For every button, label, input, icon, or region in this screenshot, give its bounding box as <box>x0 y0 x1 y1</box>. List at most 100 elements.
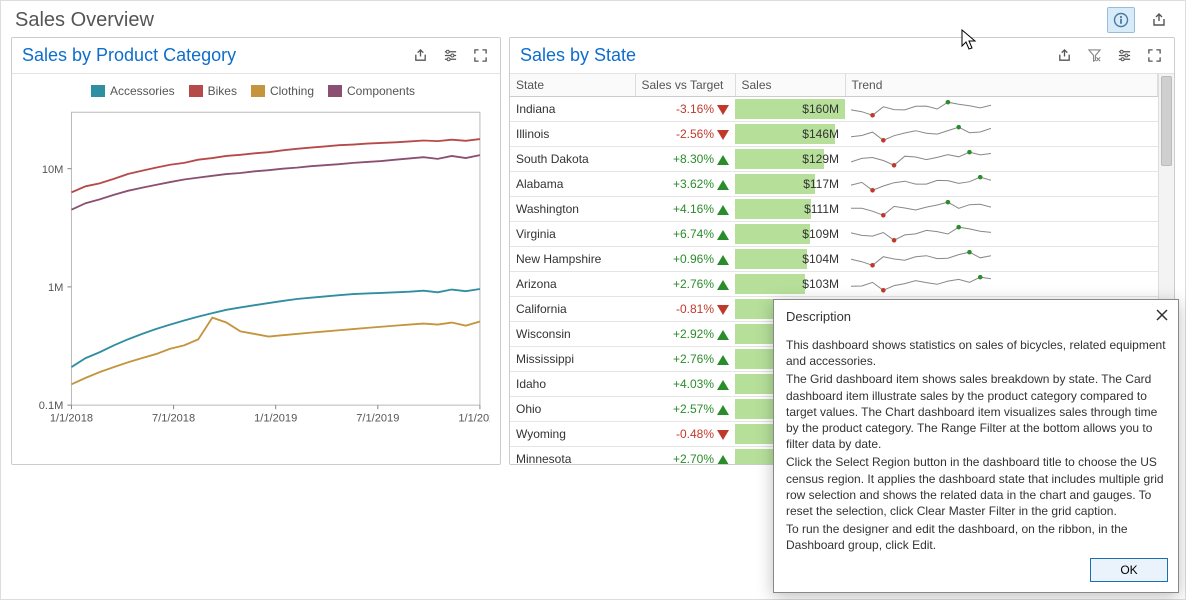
trend-up-icon <box>717 330 729 340</box>
sales-cell: $160M <box>735 97 845 122</box>
vs-target-cell: -3.16% <box>635 97 735 122</box>
vs-target-cell: +4.16% <box>635 197 735 222</box>
col-sales[interactable]: Sales <box>735 74 845 97</box>
state-cell: Virginia <box>510 222 635 247</box>
trend-up-icon <box>717 255 729 265</box>
panel-grid-settings-button[interactable] <box>1112 44 1136 68</box>
vs-target-cell: +2.57% <box>635 397 735 422</box>
table-row[interactable]: Arizona +2.76% $103M <box>510 272 1158 297</box>
panel-chart-header: Sales by Product Category <box>12 38 500 74</box>
panel-chart-maximize-button[interactable] <box>468 44 492 68</box>
trend-cell <box>845 122 1158 147</box>
svg-text:7/1/2018: 7/1/2018 <box>152 413 195 425</box>
legend-swatch <box>251 85 265 97</box>
sales-cell: $129M <box>735 147 845 172</box>
dialog-body: This dashboard shows statistics on sales… <box>774 329 1178 552</box>
panel-grid-export-button[interactable] <box>1052 44 1076 68</box>
panel-grid-clear-filter-button[interactable] <box>1082 44 1106 68</box>
sales-cell: $117M <box>735 172 845 197</box>
panel-grid-actions <box>1052 44 1166 68</box>
trend-cell <box>845 222 1158 247</box>
info-button[interactable] <box>1107 7 1135 33</box>
sales-cell: $104M <box>735 247 845 272</box>
table-row[interactable]: Virginia +6.74% $109M <box>510 222 1158 247</box>
line-chart[interactable]: 0.1M1M10M1/1/20187/1/20181/1/20197/1/201… <box>16 104 490 434</box>
scrollbar-thumb[interactable] <box>1161 76 1172 166</box>
vs-target-cell: +8.30% <box>635 147 735 172</box>
maximize-icon <box>1147 48 1162 63</box>
table-row[interactable]: Illinois -2.56% $146M <box>510 122 1158 147</box>
dashboard-title: Sales Overview <box>15 9 154 32</box>
panel-chart-actions <box>408 44 492 68</box>
dialog-footer: OK <box>774 552 1178 592</box>
sales-bar <box>735 199 811 219</box>
trend-up-icon <box>717 355 729 365</box>
panel-chart-settings-button[interactable] <box>438 44 462 68</box>
dashboard-header-actions <box>1107 7 1173 33</box>
svg-text:1/1/2019: 1/1/2019 <box>254 413 297 425</box>
vs-target-cell: +2.76% <box>635 272 735 297</box>
close-icon <box>1156 309 1168 321</box>
export-button[interactable] <box>1145 7 1173 33</box>
info-icon <box>1113 12 1129 28</box>
col-state[interactable]: State <box>510 74 635 97</box>
legend-swatch <box>189 85 203 97</box>
trend-up-icon <box>717 155 729 165</box>
sales-bar <box>735 249 807 269</box>
trend-cell <box>845 272 1158 297</box>
legend-components[interactable]: Components <box>328 84 415 98</box>
dialog-paragraph: The Grid dashboard item shows sales brea… <box>786 371 1166 452</box>
state-cell: Ohio <box>510 397 635 422</box>
sales-cell: $109M <box>735 222 845 247</box>
table-row[interactable]: Washington +4.16% $111M <box>510 197 1158 222</box>
sliders-icon <box>1117 48 1132 63</box>
dashboard-header: Sales Overview <box>1 1 1185 37</box>
ok-button[interactable]: OK <box>1090 558 1168 582</box>
trend-up-icon <box>717 380 729 390</box>
trend-up-icon <box>717 280 729 290</box>
table-row[interactable]: New Hampshire +0.96% $104M <box>510 247 1158 272</box>
chart-area: Accessories Bikes Clothing Components 0.… <box>12 74 500 464</box>
svg-text:1/1/2018: 1/1/2018 <box>50 413 93 425</box>
trend-up-icon <box>717 205 729 215</box>
sales-cell: $103M <box>735 272 845 297</box>
table-row[interactable]: South Dakota +8.30% $129M <box>510 147 1158 172</box>
vs-target-cell: +2.92% <box>635 322 735 347</box>
state-cell: Washington <box>510 197 635 222</box>
trend-cell <box>845 147 1158 172</box>
vs-target-cell: +2.70% <box>635 447 735 465</box>
legend-clothing[interactable]: Clothing <box>251 84 314 98</box>
col-trend[interactable]: Trend <box>845 74 1158 97</box>
vs-target-cell: +0.96% <box>635 247 735 272</box>
table-row[interactable]: Alabama +3.62% $117M <box>510 172 1158 197</box>
vs-target-cell: +6.74% <box>635 222 735 247</box>
legend-accessories[interactable]: Accessories <box>91 84 175 98</box>
sliders-icon <box>443 48 458 63</box>
state-cell: Minnesota <box>510 447 635 465</box>
legend-bikes[interactable]: Bikes <box>189 84 237 98</box>
trend-down-icon <box>717 305 729 315</box>
state-cell: South Dakota <box>510 147 635 172</box>
legend-label: Accessories <box>110 84 175 98</box>
vs-target-cell: -0.48% <box>635 422 735 447</box>
trend-cell <box>845 172 1158 197</box>
trend-cell <box>845 247 1158 272</box>
export-icon <box>1057 48 1072 63</box>
trend-cell <box>845 97 1158 122</box>
panel-grid-maximize-button[interactable] <box>1142 44 1166 68</box>
dialog-paragraph: This dashboard shows statistics on sales… <box>786 337 1166 369</box>
dialog-close-button[interactable] <box>1156 308 1168 325</box>
panel-chart-export-button[interactable] <box>408 44 432 68</box>
vs-target-cell: +2.76% <box>635 347 735 372</box>
funnel-clear-icon <box>1087 48 1102 63</box>
dialog-paragraph: Click the Select Region button in the da… <box>786 454 1166 519</box>
state-cell: Mississippi <box>510 347 635 372</box>
state-cell: Indiana <box>510 97 635 122</box>
legend-label: Bikes <box>208 84 237 98</box>
col-vs-target[interactable]: Sales vs Target <box>635 74 735 97</box>
panel-grid-title: Sales by State <box>520 45 636 66</box>
table-row[interactable]: Indiana -3.16% $160M <box>510 97 1158 122</box>
export-icon <box>1151 12 1167 28</box>
svg-text:0.1M: 0.1M <box>39 400 64 412</box>
svg-text:7/1/2019: 7/1/2019 <box>356 413 399 425</box>
